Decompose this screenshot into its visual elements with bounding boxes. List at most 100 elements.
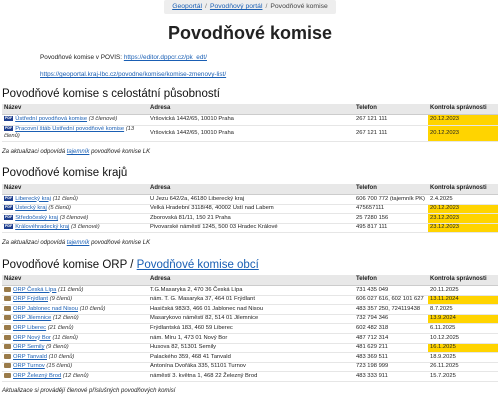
member-count: (10 členů) [79,305,106,312]
member-count: (11 členů) [52,334,78,341]
commission-link[interactable]: ORP Tanvald [13,354,47,360]
phone-cell: 483 357 250, 724119438 [354,304,428,315]
povis-label: Povodňové komise v POVIS: [40,54,123,61]
address-cell: Frýdlantská 183, 460 59 Liberec [148,323,354,334]
name-cell: ORP Nový Bor (11 členů) [2,333,148,344]
phone-cell: 732 794 346 [354,314,428,325]
phone-cell: 731 435 049 [354,285,428,296]
col-check: Kontrola správnosti [428,275,498,286]
pdf-icon: PDF [4,224,14,230]
pdf-icon: PDF [4,195,14,201]
commission-link[interactable]: ORP Jilemnice [13,315,51,321]
breadcrumb-current: Povodňové komise [270,3,328,10]
table-row: ORP Tanvald (10 členů) Palackého 359, 468… [2,352,498,363]
breadcrumb-povodnovy-portal[interactable]: Povodňový portál [210,3,263,10]
member-count: (3 členové) [88,116,118,123]
commission-link[interactable]: ORP Semily [13,344,44,350]
check-cell: 20.12.2023 [428,114,498,126]
table-row: ORP Liberec (21 členů) Frýdlantská 183, 4… [2,323,498,334]
name-cell: PDF Středočeský kraj (3 členové) [2,213,148,224]
col-check: Kontrola správnosti [428,104,498,115]
name-cell: ORP Jablonec nad Nisou (10 členů) [2,304,148,315]
name-cell: ORP Jilemnice (12 členů) [2,314,148,325]
note-orp: Aktualizace si provádějí členové přísluš… [2,388,176,394]
member-count: (12 členů) [52,315,79,322]
note-regions: Za aktualizaci odpovídá tajemník povodňo… [2,240,150,248]
feed-icon [4,315,11,321]
address-cell: T.G.Masaryka 2, 470 36 Česká Lípa [148,285,354,296]
name-cell: ORP Frýdlant (9 členů) [2,295,148,306]
commission-link[interactable]: ORP Frýdlant [13,296,48,302]
check-cell: 13.9.2024 [428,314,498,325]
komise-zmenovy-list-link[interactable]: https://geoportal.kraj-lbc.cz/povodne/ko… [40,71,226,78]
page-title: Povodňové komise [167,23,333,43]
phone-cell: 495 817 111 [354,223,428,234]
pdf-icon: PDF [4,116,14,122]
phone-cell: 475657111 [354,204,428,215]
table-row: ORP Turnov (15 členů) Antonína Dvořáka 33… [2,362,498,373]
check-cell: 15.7.2025 [428,371,498,382]
commission-link[interactable]: Liberecký kraj [15,196,51,202]
breadcrumb-geoportal[interactable]: Geoportál [172,3,202,10]
col-phone: Telefon [354,104,428,115]
col-address: Adresa [148,184,354,195]
table-row: ORP Semily (9 členů) Husova 82, 51301 Sem… [2,343,498,354]
col-phone: Telefon [354,275,428,286]
commission-link[interactable]: ORP Turnov [13,363,45,369]
intro-povis: Povodňové komise v POVIS: https://editor… [40,54,207,62]
check-cell: 23.12.2023 [428,223,498,234]
commission-link[interactable]: ORP Liberec [13,325,46,331]
table-row: PDF Pracovní štáb Ústřední povodňové komi… [2,125,498,142]
note-national: Za aktualizaci odpovídá tajemník povodňo… [2,149,150,157]
member-count: (10 členů) [48,353,75,360]
table-row: PDF Královéhradecký kraj (3 členové) Pivov… [2,223,498,234]
povis-link[interactable]: https://editor.dppcr.cz/pk_edt/ [124,54,207,61]
table-row: PDF Ústřední povodňová komise (3 členové)… [2,114,498,126]
commission-link[interactable]: Královéhradecký kraj [15,224,69,230]
tajemnik-link[interactable]: tajemník [67,240,90,246]
note-text: povodňové komise LK [89,240,151,246]
commission-link[interactable]: Ústřední povodňová komise [15,116,87,122]
section-heading-regions: Povodňové komise krajů [2,167,128,179]
section-heading-national: Povodňové komise s celostátní působností [2,88,220,100]
address-cell: U Jezu 642/2a, 46180 Liberecký kraj [148,194,354,205]
povodnove-komise-obci-link[interactable]: Povodňové komise obcí [137,259,259,271]
breadcrumb: Geoportál / Povodňový portál / Povodňové kom… [0,0,500,16]
feed-icon [4,334,11,340]
address-cell: Vršovická 1442/65, 10010 Praha [148,125,354,142]
tajemnik-link[interactable]: tajemník [67,149,90,155]
name-cell: PDF Královéhradecký kraj (3 členové) [2,223,148,234]
pdf-icon: PDF [4,126,14,131]
member-count: (21 členů) [47,325,74,332]
phone-cell: 483 369 511 [354,352,428,363]
check-cell: 20.11.2025 [428,285,498,296]
phone-cell: 483 333 911 [354,371,428,382]
col-address: Adresa [148,104,354,115]
commission-link[interactable]: ORP Jablonec nad Nisou [13,306,78,312]
member-count: (9 členů) [49,296,73,303]
commission-link[interactable]: ORP Železný Brod [13,373,61,379]
commission-link[interactable]: Středočeský kraj [15,215,58,221]
commission-link[interactable]: Pracovní štáb Ústřední povodňové komise [15,126,124,132]
table-row: PDF Liberecký kraj (11 členů) U Jezu 642/2… [2,194,498,205]
address-cell: Antonína Dvořáka 335, 51101 Turnov [148,362,354,373]
address-cell: Palackého 359, 468 41 Tanvald [148,352,354,363]
commission-link[interactable]: Ústecký kraj [15,205,47,211]
phone-cell: 723 198 999 [354,362,428,373]
commission-link[interactable]: ORP Nový Bor [13,335,51,341]
feed-icon [4,344,11,350]
feed-icon [4,353,11,359]
address-cell: nám. T. G. Masaryka 37, 464 01 Frýdlant [148,295,354,306]
address-cell: Velká Hradební 3118/48, 40002 Ústí nad L… [148,204,354,215]
address-cell: Zborovská 81/11, 150 21 Praha [148,213,354,224]
pdf-icon: PDF [4,205,14,211]
name-cell: PDF Ústecký kraj (5 členů) [2,204,148,215]
name-cell: PDF Liberecký kraj (11 členů) [2,194,148,205]
commission-link[interactable]: ORP Česká Lípa [13,287,56,293]
address-cell: Masarykovo náměstí 82, 514 01 Jilemnice [148,314,354,325]
table-row: ORP Jablonec nad Nisou (10 členů) Hasičsk… [2,304,498,315]
phone-cell: 606 700 772 (tajemník PK) [354,194,428,205]
phone-cell: 267 121 111 [354,114,428,126]
phone-cell: 602 482 318 [354,323,428,334]
feed-icon [4,305,11,311]
